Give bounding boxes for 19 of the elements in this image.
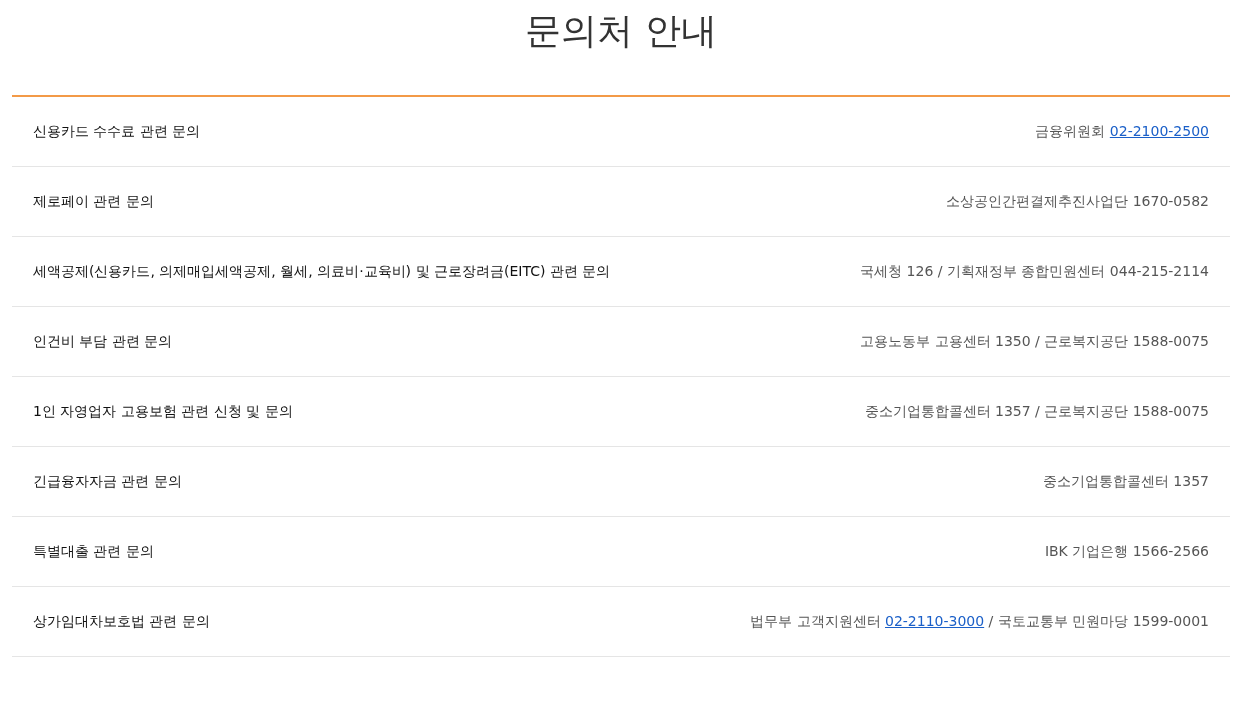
- inquiry-topic: 특별대출 관련 문의: [33, 542, 154, 561]
- page-title: 문의처 안내: [524, 9, 718, 53]
- inquiry-topic: 세액공제(신용카드, 의제매입세액공제, 월세, 의료비·교육비) 및 근로장려금(EITC) 관련 문의: [33, 262, 611, 281]
- inquiry-topic: 제로페이 관련 문의: [33, 192, 154, 211]
- contact-info: 소상공인간편결제추진사업단 1670-0582: [946, 192, 1209, 211]
- contact-info: 중소기업통합콜센터 1357 / 근로복지공단 1588-0075: [864, 402, 1209, 421]
- inquiry-topic: 상가임대차보호법 관련 문의: [33, 612, 210, 631]
- contact-info: 고용노동부 고용센터 1350 / 근로복지공단 1588-0075: [860, 332, 1209, 351]
- contact-info: 법무부 고객지원센터 02-2110-3000 / 국토교통부 민원마당 1599-0001: [750, 612, 1209, 631]
- contact-info: 중소기업통합콜센터 1357: [1042, 472, 1209, 491]
- inquiry-topic: 신용카드 수수료 관련 문의: [33, 122, 201, 141]
- inquiry-topic: 긴급융자자금 관련 문의: [33, 472, 182, 491]
- inquiry-topic: 1인 자영업자 고용보험 관련 신청 및 문의: [33, 402, 293, 421]
- contact-info: 국세청 126 / 기획재정부 종합민원센터 044-215-2114: [860, 262, 1209, 281]
- phone-link[interactable]: 02-2110-3000: [885, 613, 985, 629]
- inquiry-topic: 인건비 부담 관련 문의: [33, 332, 173, 351]
- contact-info: 금융위원회 02-2100-2500: [1035, 122, 1209, 141]
- phone-link[interactable]: 02-2100-2500: [1109, 123, 1209, 139]
- contact-info: IBK 기업은행 1566-2566: [1044, 542, 1209, 561]
